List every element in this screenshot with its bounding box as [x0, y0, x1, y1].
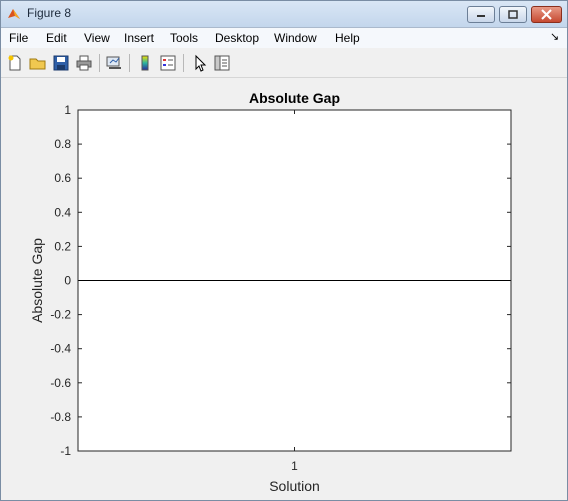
figure-canvas: -1 -0.8 -0.6 -0.4 -0.2 0 0.2 0.4 0.6 0.8 1 1 Absolut…	[5, 81, 563, 497]
maximize-button[interactable]	[499, 6, 527, 23]
menu-file[interactable]: File	[9, 31, 28, 45]
y-axis-label: Absolute Gap	[29, 238, 45, 323]
toolbar-separator	[183, 54, 184, 72]
open-file-icon[interactable]	[29, 54, 47, 72]
new-figure-icon[interactable]	[6, 54, 24, 72]
y-tick-label: -0.4	[50, 342, 71, 356]
x-tick-label: 1	[291, 459, 298, 473]
y-tick-label: 0.2	[54, 239, 71, 253]
menu-tools[interactable]: Tools	[170, 31, 198, 45]
minimize-button[interactable]	[467, 6, 495, 23]
y-tick-label: 0.6	[54, 171, 71, 185]
menu-overflow-arrow-icon[interactable]: ↘	[550, 30, 559, 43]
menu-bar: File Edit View Insert Tools Desktop Wind…	[1, 28, 567, 48]
menu-edit[interactable]: Edit	[46, 31, 67, 45]
plot-axes-svg[interactable]: -1 -0.8 -0.6 -0.4 -0.2 0 0.2 0.4 0.6 0.8 1 1 Absolut…	[5, 81, 563, 497]
maximize-icon	[508, 10, 518, 19]
x-axis-label: Solution	[269, 478, 320, 494]
link-plot-icon[interactable]	[105, 54, 123, 72]
y-tick-label: 0.8	[54, 137, 71, 151]
y-tick-label: 1	[64, 103, 71, 117]
y-tick-label: 0	[64, 274, 71, 288]
menu-view[interactable]: View	[84, 31, 110, 45]
minimize-icon	[477, 15, 485, 17]
insert-legend-icon[interactable]	[159, 54, 177, 72]
edit-plot-arrow-icon[interactable]	[191, 54, 209, 72]
figure-window: Figure 8 File Edit View Insert Tools Des…	[0, 0, 568, 501]
figure-toolbar	[1, 49, 567, 78]
menu-desktop[interactable]: Desktop	[215, 31, 259, 45]
y-tick-label: -0.6	[50, 376, 71, 390]
y-tick-label: -0.2	[50, 308, 71, 322]
show-plot-tools-icon[interactable]	[213, 54, 231, 72]
close-button[interactable]	[531, 6, 562, 23]
chart-title: Absolute Gap	[249, 90, 340, 106]
matlab-icon	[8, 9, 20, 19]
title-bar[interactable]: Figure 8	[1, 1, 567, 28]
insert-colorbar-icon[interactable]	[136, 54, 154, 72]
menu-window[interactable]: Window	[274, 31, 317, 45]
menu-help[interactable]: Help	[335, 31, 360, 45]
print-icon[interactable]	[75, 54, 93, 72]
menu-insert[interactable]: Insert	[124, 31, 154, 45]
y-tick-label: -0.8	[50, 410, 71, 424]
save-icon[interactable]	[52, 54, 70, 72]
toolbar-separator	[129, 54, 130, 72]
y-tick-label: -1	[60, 444, 71, 458]
close-icon	[541, 9, 552, 20]
toolbar-separator	[99, 54, 100, 72]
y-tick-label: 0.4	[54, 205, 71, 219]
window-title: Figure 8	[27, 6, 72, 20]
